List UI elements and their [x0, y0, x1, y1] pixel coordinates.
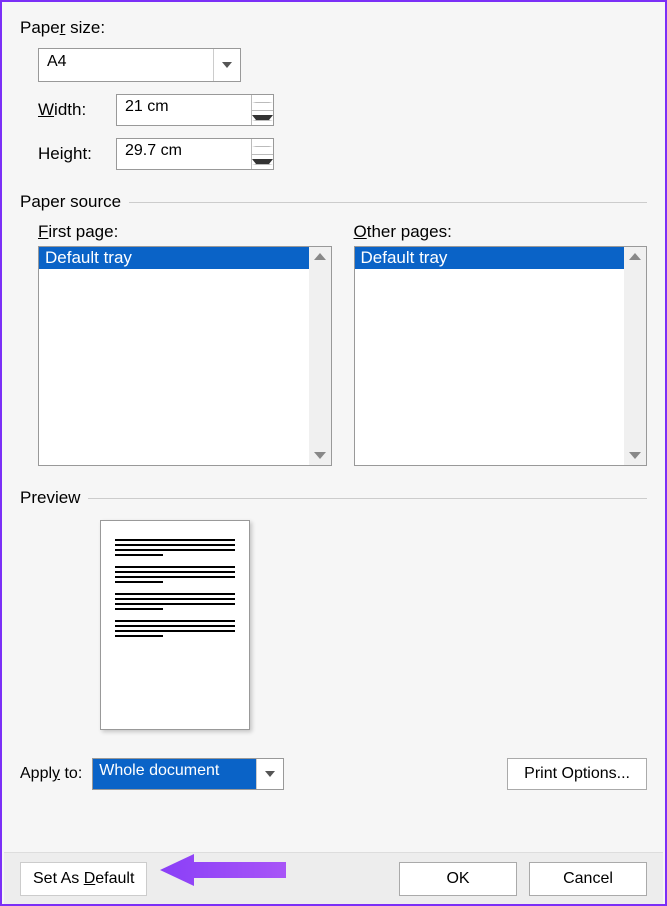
height-spinner[interactable]: 29.7 cm: [116, 138, 274, 170]
chevron-down-icon: [222, 62, 232, 68]
preview-heading: Preview: [20, 488, 80, 508]
paper-size-value: A4: [39, 49, 213, 81]
paper-size-dropdown-button[interactable]: [213, 49, 240, 81]
scroll-down-icon: [629, 452, 641, 459]
chevron-down-icon: [265, 771, 275, 777]
apply-to-label: Apply to:: [20, 765, 82, 783]
first-page-label: First page:: [38, 222, 332, 242]
divider: [129, 202, 647, 203]
triangle-up-icon: [252, 102, 273, 103]
scrollbar[interactable]: [309, 247, 331, 465]
width-spin-down[interactable]: [252, 111, 273, 126]
cancel-button[interactable]: Cancel: [529, 862, 647, 896]
divider: [88, 498, 647, 499]
apply-to-dropdown-button[interactable]: [256, 759, 283, 789]
print-options-button[interactable]: Print Options...: [507, 758, 647, 790]
other-pages-listbox[interactable]: Default tray: [354, 246, 648, 466]
triangle-up-icon: [252, 146, 273, 147]
first-page-listbox[interactable]: Default tray: [38, 246, 332, 466]
width-spinner[interactable]: 21 cm: [116, 94, 274, 126]
other-pages-selected-item[interactable]: Default tray: [355, 247, 625, 269]
paper-source-heading: Paper source: [20, 192, 121, 212]
height-label: Height:: [38, 144, 104, 164]
width-spin-up[interactable]: [252, 95, 273, 111]
ok-button[interactable]: OK: [399, 862, 517, 896]
paper-size-dropdown[interactable]: A4: [38, 48, 241, 82]
set-as-default-button[interactable]: Set As Default: [20, 862, 147, 896]
height-spin-up[interactable]: [252, 139, 273, 155]
apply-to-value: Whole document: [93, 759, 256, 789]
scroll-up-icon: [314, 253, 326, 260]
width-label: Width:: [38, 100, 104, 120]
dialog-footer: Set As Default OK Cancel: [4, 852, 663, 904]
apply-to-dropdown[interactable]: Whole document: [92, 758, 284, 790]
triangle-down-icon: [252, 159, 273, 165]
scroll-up-icon: [629, 253, 641, 260]
scroll-down-icon: [314, 452, 326, 459]
other-pages-label: Other pages:: [354, 222, 648, 242]
first-page-selected-item[interactable]: Default tray: [39, 247, 309, 269]
paper-size-label: Paper size:: [20, 18, 647, 38]
scrollbar[interactable]: [624, 247, 646, 465]
height-spin-down[interactable]: [252, 155, 273, 170]
triangle-down-icon: [252, 115, 273, 121]
preview-thumbnail: [100, 520, 250, 730]
height-value[interactable]: 29.7 cm: [117, 139, 251, 169]
width-value[interactable]: 21 cm: [117, 95, 251, 125]
